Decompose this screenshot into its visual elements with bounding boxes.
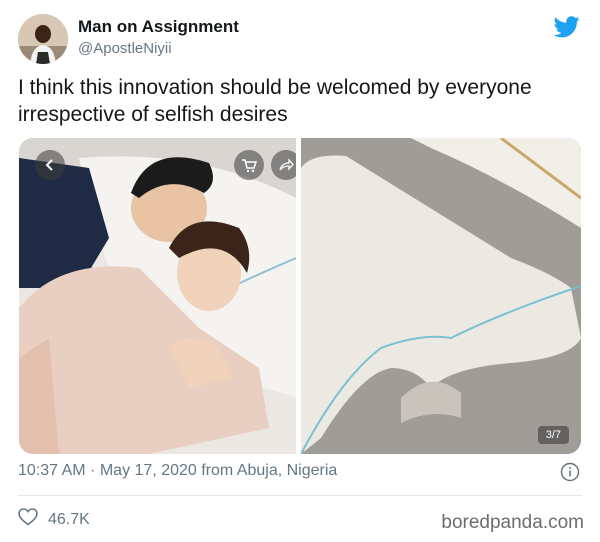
avatar[interactable] — [18, 14, 68, 64]
back-arrow-icon — [45, 159, 53, 171]
display-name[interactable]: Man on Assignment — [78, 17, 239, 37]
heart-icon[interactable] — [18, 508, 38, 531]
divider — [18, 495, 582, 496]
tweet-meta: 10:37 AM · May 17, 2020 from Abuja, Nige… — [18, 462, 337, 480]
twitter-bird-icon — [553, 16, 580, 43]
meta-separator: · — [90, 462, 96, 479]
info-icon[interactable] — [560, 462, 580, 487]
share-button[interactable] — [271, 150, 296, 180]
media-image-pillow[interactable]: 3/7 — [301, 138, 581, 454]
avatar-image — [18, 14, 68, 64]
page-indicator: 3/7 — [537, 426, 569, 444]
cart-icon — [242, 159, 257, 173]
tweet-text: I think this innovation should be welcom… — [18, 76, 532, 126]
tweet-time[interactable]: 10:37 AM — [18, 462, 86, 479]
share-icon — [279, 158, 294, 171]
user-handle[interactable]: @ApostleNiyii — [78, 40, 172, 57]
watermark: boredpanda.com — [441, 512, 584, 533]
media-image-couple[interactable] — [19, 138, 296, 454]
like-count: 46.7K — [48, 510, 90, 528]
like-row[interactable]: 46.7K — [18, 508, 90, 531]
back-button[interactable] — [35, 150, 65, 180]
tweet-date-location: May 17, 2020 from Abuja, Nigeria — [99, 462, 338, 479]
cart-button[interactable] — [234, 150, 264, 180]
